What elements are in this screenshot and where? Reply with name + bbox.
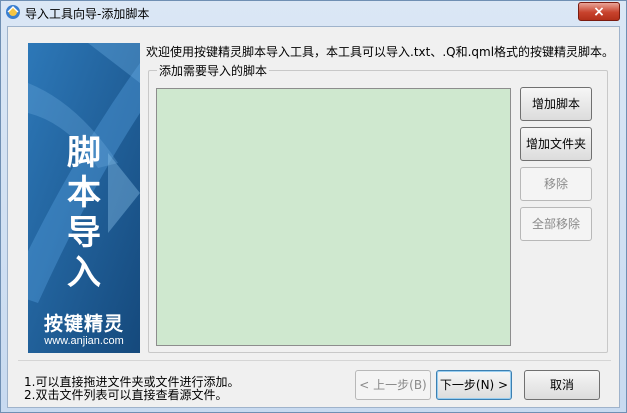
banner-title-char: 本 <box>67 173 101 213</box>
groupbox-label: 添加需要导入的脚本 <box>157 62 270 79</box>
hint-line: 2.双击文件列表可以直接查看源文件。 <box>24 388 228 402</box>
close-icon: × <box>593 4 605 20</box>
window-title: 导入工具向导-添加脚本 <box>25 7 150 21</box>
banner-title-char: 脚 <box>67 133 101 173</box>
hint-text: 1.可以直接拖进文件夹或文件进行添加。 2.双击文件列表可以直接查看源文件。 <box>24 376 239 402</box>
remove-all-button[interactable]: 全部移除 <box>520 207 592 241</box>
banner-title: 脚 本 导 入 <box>62 133 106 293</box>
banner-title-char: 导 <box>67 213 101 253</box>
cancel-button[interactable]: 取消 <box>524 370 600 400</box>
footer-divider <box>18 360 611 361</box>
add-folder-button[interactable]: 增加文件夹 <box>520 127 592 161</box>
close-button[interactable]: × <box>578 2 620 21</box>
wizard-client-area: 脚 本 导 入 按键精灵 www.anjian.com 欢迎使用按键精灵脚本导入… <box>7 26 620 408</box>
banner-url: www.anjian.com <box>44 335 124 347</box>
next-button[interactable]: 下一步(N) > <box>436 370 512 400</box>
intro-text: 欢迎使用按键精灵脚本导入工具，本工具可以导入.txt、.Q和.qml格式的按键精… <box>146 45 615 59</box>
add-script-button[interactable]: 增加脚本 <box>520 87 592 121</box>
title-bar[interactable]: 导入工具向导-添加脚本 × <box>1 1 626 25</box>
banner-title-char: 入 <box>67 253 101 293</box>
side-banner: 脚 本 导 入 按键精灵 www.anjian.com <box>28 43 140 353</box>
wizard-window: 导入工具向导-添加脚本 × 脚 本 导 入 按键精灵 www.anjian.co… <box>0 0 627 413</box>
app-icon <box>6 5 20 19</box>
script-file-list[interactable] <box>156 88 511 346</box>
banner-brand: 按键精灵 <box>43 313 124 335</box>
script-groupbox: 添加需要导入的脚本 增加脚本 增加文件夹 移除 全部移除 <box>148 62 608 353</box>
remove-button[interactable]: 移除 <box>520 167 592 201</box>
back-button[interactable]: < 上一步(B) <box>355 370 431 400</box>
